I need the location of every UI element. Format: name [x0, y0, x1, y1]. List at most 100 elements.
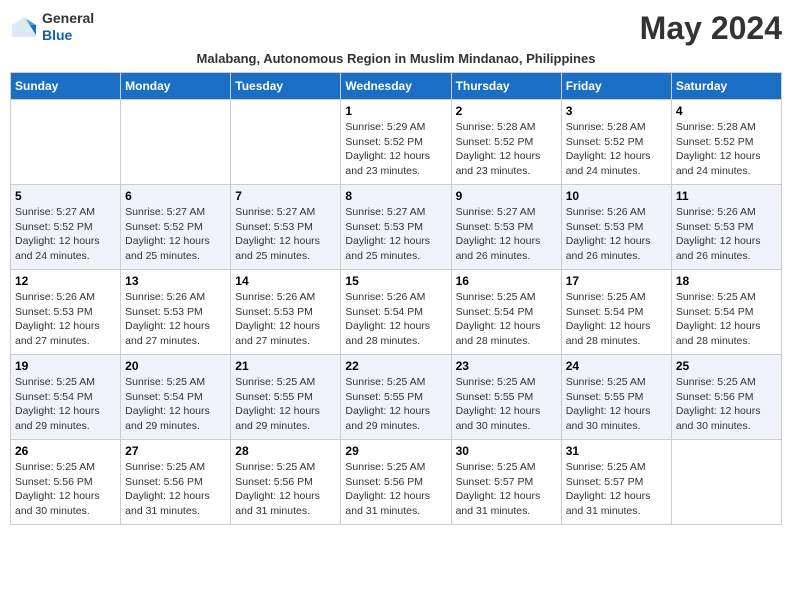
calendar-cell: 16Sunrise: 5:25 AM Sunset: 5:54 PM Dayli…	[451, 270, 561, 355]
page-header: General Blue May 2024	[10, 10, 782, 47]
day-number: 13	[125, 274, 226, 288]
day-info: Sunrise: 5:28 AM Sunset: 5:52 PM Dayligh…	[676, 120, 777, 179]
day-info: Sunrise: 5:29 AM Sunset: 5:52 PM Dayligh…	[345, 120, 446, 179]
calendar-cell: 2Sunrise: 5:28 AM Sunset: 5:52 PM Daylig…	[451, 100, 561, 185]
calendar-cell: 9 Sunrise: 5:27 AM Sunset: 5:53 PM Daylig…	[451, 185, 561, 270]
day-info: Sunrise: 5:28 AM Sunset: 5:52 PM Dayligh…	[456, 120, 557, 179]
day-info: Sunrise: 5:26 AM Sunset: 5:53 PM Dayligh…	[235, 290, 336, 349]
header-cell-monday: Monday	[121, 73, 231, 100]
header-cell-friday: Friday	[561, 73, 671, 100]
header-cell-thursday: Thursday	[451, 73, 561, 100]
day-info: Sunrise: 5:25 AM Sunset: 5:54 PM Dayligh…	[15, 375, 116, 434]
day-number: 12	[15, 274, 116, 288]
calendar-week-row: 19 Sunrise: 5:25 AM Sunset: 5:54 PM Dayli…	[11, 355, 782, 440]
calendar-cell	[671, 440, 781, 525]
day-info: Sunrise: 5:26 AM Sunset: 5:53 PM Dayligh…	[125, 290, 226, 349]
calendar-cell: 18 Sunrise: 5:25 AM Sunset: 5:54 PM Dayli…	[671, 270, 781, 355]
day-number: 8	[345, 189, 446, 203]
day-info: Sunrise: 5:25 AM Sunset: 5:55 PM Dayligh…	[235, 375, 336, 434]
calendar-cell: 27Sunrise: 5:25 AM Sunset: 5:56 PM Dayli…	[121, 440, 231, 525]
day-number: 24	[566, 359, 667, 373]
day-info: Sunrise: 5:27 AM Sunset: 5:52 PM Dayligh…	[125, 205, 226, 264]
calendar-week-row: 1Sunrise: 5:29 AM Sunset: 5:52 PM Daylig…	[11, 100, 782, 185]
day-number: 16	[456, 274, 557, 288]
calendar-cell: 26Sunrise: 5:25 AM Sunset: 5:56 PM Dayli…	[11, 440, 121, 525]
calendar-week-row: 5Sunrise: 5:27 AM Sunset: 5:52 PM Daylig…	[11, 185, 782, 270]
day-number: 17	[566, 274, 667, 288]
calendar-cell: 17 Sunrise: 5:25 AM Sunset: 5:54 PM Dayli…	[561, 270, 671, 355]
day-number: 29	[345, 444, 446, 458]
header-cell-wednesday: Wednesday	[341, 73, 451, 100]
calendar-cell: 6 Sunrise: 5:27 AM Sunset: 5:52 PM Daylig…	[121, 185, 231, 270]
day-number: 9	[456, 189, 557, 203]
calendar-cell: 19 Sunrise: 5:25 AM Sunset: 5:54 PM Dayli…	[11, 355, 121, 440]
day-number: 11	[676, 189, 777, 203]
calendar-cell: 8 Sunrise: 5:27 AM Sunset: 5:53 PM Daylig…	[341, 185, 451, 270]
day-number: 21	[235, 359, 336, 373]
day-number: 20	[125, 359, 226, 373]
day-number: 10	[566, 189, 667, 203]
day-number: 31	[566, 444, 667, 458]
calendar-cell: 22 Sunrise: 5:25 AM Sunset: 5:55 PM Dayli…	[341, 355, 451, 440]
day-number: 30	[456, 444, 557, 458]
calendar-cell: 4 Sunrise: 5:28 AM Sunset: 5:52 PM Daylig…	[671, 100, 781, 185]
day-info: Sunrise: 5:25 AM Sunset: 5:54 PM Dayligh…	[566, 290, 667, 349]
calendar-cell	[11, 100, 121, 185]
calendar-cell: 24Sunrise: 5:25 AM Sunset: 5:55 PM Dayli…	[561, 355, 671, 440]
day-info: Sunrise: 5:26 AM Sunset: 5:53 PM Dayligh…	[566, 205, 667, 264]
calendar-cell: 25Sunrise: 5:25 AM Sunset: 5:56 PM Dayli…	[671, 355, 781, 440]
day-number: 23	[456, 359, 557, 373]
day-info: Sunrise: 5:27 AM Sunset: 5:53 PM Dayligh…	[345, 205, 446, 264]
day-info: Sunrise: 5:25 AM Sunset: 5:54 PM Dayligh…	[676, 290, 777, 349]
day-info: Sunrise: 5:25 AM Sunset: 5:56 PM Dayligh…	[235, 460, 336, 519]
calendar-cell: 3 Sunrise: 5:28 AM Sunset: 5:52 PM Daylig…	[561, 100, 671, 185]
day-info: Sunrise: 5:28 AM Sunset: 5:52 PM Dayligh…	[566, 120, 667, 179]
day-info: Sunrise: 5:25 AM Sunset: 5:54 PM Dayligh…	[125, 375, 226, 434]
header-cell-sunday: Sunday	[11, 73, 121, 100]
day-number: 6	[125, 189, 226, 203]
calendar-cell: 12 Sunrise: 5:26 AM Sunset: 5:53 PM Dayli…	[11, 270, 121, 355]
day-info: Sunrise: 5:25 AM Sunset: 5:56 PM Dayligh…	[125, 460, 226, 519]
day-number: 28	[235, 444, 336, 458]
calendar-cell	[231, 100, 341, 185]
calendar-cell	[121, 100, 231, 185]
day-info: Sunrise: 5:25 AM Sunset: 5:56 PM Dayligh…	[345, 460, 446, 519]
day-number: 25	[676, 359, 777, 373]
calendar-cell: 7 Sunrise: 5:27 AM Sunset: 5:53 PM Daylig…	[231, 185, 341, 270]
logo: General Blue	[10, 10, 94, 44]
calendar-cell: 1Sunrise: 5:29 AM Sunset: 5:52 PM Daylig…	[341, 100, 451, 185]
day-info: Sunrise: 5:25 AM Sunset: 5:57 PM Dayligh…	[566, 460, 667, 519]
day-info: Sunrise: 5:25 AM Sunset: 5:55 PM Dayligh…	[456, 375, 557, 434]
day-number: 18	[676, 274, 777, 288]
day-info: Sunrise: 5:27 AM Sunset: 5:53 PM Dayligh…	[456, 205, 557, 264]
day-info: Sunrise: 5:26 AM Sunset: 5:53 PM Dayligh…	[15, 290, 116, 349]
day-number: 22	[345, 359, 446, 373]
calendar-cell: 29 Sunrise: 5:25 AM Sunset: 5:56 PM Dayli…	[341, 440, 451, 525]
day-info: Sunrise: 5:27 AM Sunset: 5:52 PM Dayligh…	[15, 205, 116, 264]
day-number: 19	[15, 359, 116, 373]
calendar-subtitle: Malabang, Autonomous Region in Muslim Mi…	[10, 51, 782, 66]
day-info: Sunrise: 5:26 AM Sunset: 5:54 PM Dayligh…	[345, 290, 446, 349]
day-number: 3	[566, 104, 667, 118]
calendar-week-row: 26 Sunrise: 5:25 AM Sunset: 5:56 PM Dayli…	[11, 440, 782, 525]
calendar-cell: 20 Sunrise: 5:25 AM Sunset: 5:54 PM Dayli…	[121, 355, 231, 440]
day-info: Sunrise: 5:27 AM Sunset: 5:53 PM Dayligh…	[235, 205, 336, 264]
calendar-cell: 31 Sunrise: 5:25 AM Sunset: 5:57 PM Dayli…	[561, 440, 671, 525]
calendar-table: SundayMondayTuesdayWednesdayThursdayFrid…	[10, 72, 782, 525]
day-number: 26	[15, 444, 116, 458]
header-cell-tuesday: Tuesday	[231, 73, 341, 100]
day-number: 7	[235, 189, 336, 203]
calendar-cell: 15Sunrise: 5:26 AM Sunset: 5:54 PM Dayli…	[341, 270, 451, 355]
calendar-cell: 10 Sunrise: 5:26 AM Sunset: 5:53 PM Dayli…	[561, 185, 671, 270]
day-info: Sunrise: 5:26 AM Sunset: 5:53 PM Dayligh…	[676, 205, 777, 264]
logo-text: General Blue	[42, 10, 94, 44]
calendar-header-row: SundayMondayTuesdayWednesdayThursdayFrid…	[11, 73, 782, 100]
header-cell-saturday: Saturday	[671, 73, 781, 100]
day-info: Sunrise: 5:25 AM Sunset: 5:57 PM Dayligh…	[456, 460, 557, 519]
month-title: May 2024	[640, 10, 782, 47]
calendar-cell: 11 Sunrise: 5:26 AM Sunset: 5:53 PM Dayli…	[671, 185, 781, 270]
day-number: 4	[676, 104, 777, 118]
calendar-cell: 28 Sunrise: 5:25 AM Sunset: 5:56 PM Dayli…	[231, 440, 341, 525]
calendar-cell: 5Sunrise: 5:27 AM Sunset: 5:52 PM Daylig…	[11, 185, 121, 270]
day-info: Sunrise: 5:25 AM Sunset: 5:55 PM Dayligh…	[345, 375, 446, 434]
